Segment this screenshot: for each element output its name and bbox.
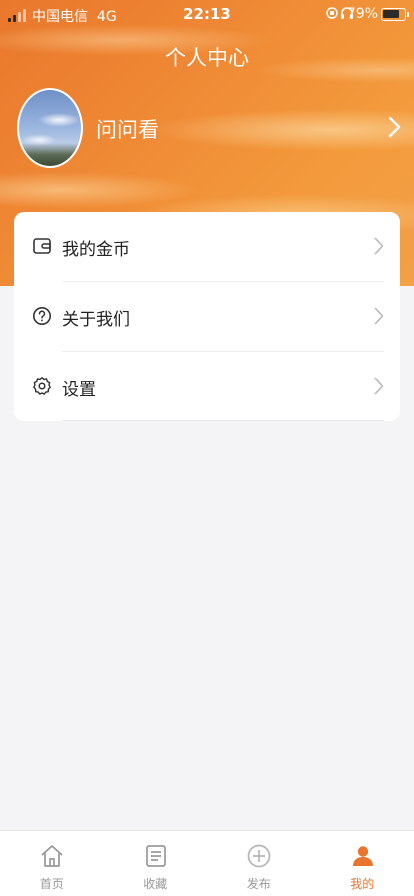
- tab-home[interactable]: 首页: [0, 831, 104, 896]
- menu-card: 我的金币 关于我们 设置: [14, 212, 400, 421]
- gear-icon: [33, 377, 51, 395]
- list-icon: [145, 845, 166, 867]
- tab-label: 发布: [246, 877, 271, 891]
- menu-item-about[interactable]: 关于我们: [14, 282, 400, 352]
- chevron-right-icon[interactable]: [386, 116, 402, 138]
- avatar[interactable]: [17, 88, 83, 168]
- tab-label: 收藏: [143, 877, 168, 891]
- tab-label: 首页: [39, 877, 64, 891]
- menu-item-label: 设置: [62, 380, 96, 400]
- divider: [62, 420, 384, 421]
- chevron-right-icon: [374, 307, 384, 325]
- battery-percent: 79%: [346, 6, 378, 22]
- status-bar: 中国电信 4G 22:13 79%: [0, 0, 414, 30]
- battery-level: [383, 10, 399, 18]
- username[interactable]: 问问看: [96, 114, 159, 144]
- page-title: 个人中心: [165, 46, 249, 70]
- tab-label: 我的: [350, 877, 375, 891]
- user-icon: [352, 846, 373, 866]
- question-circle-icon: [33, 307, 51, 325]
- tab-bar: 首页 收藏 发布 我的: [0, 830, 414, 896]
- tab-mine[interactable]: 我的: [311, 831, 414, 896]
- menu-item-coins[interactable]: 我的金币: [14, 212, 400, 282]
- tab-favorites[interactable]: 收藏: [104, 831, 208, 896]
- plus-circle-icon: [247, 844, 271, 868]
- menu-item-label: 我的金币: [62, 240, 130, 260]
- menu-item-settings[interactable]: 设置: [14, 352, 400, 421]
- chevron-right-icon: [374, 377, 384, 395]
- chevron-right-icon: [374, 237, 384, 255]
- battery-icon: [381, 8, 409, 21]
- home-icon: [41, 845, 63, 867]
- wallet-icon: [33, 238, 51, 254]
- tab-publish[interactable]: 发布: [207, 831, 311, 896]
- menu-item-label: 关于我们: [62, 310, 130, 330]
